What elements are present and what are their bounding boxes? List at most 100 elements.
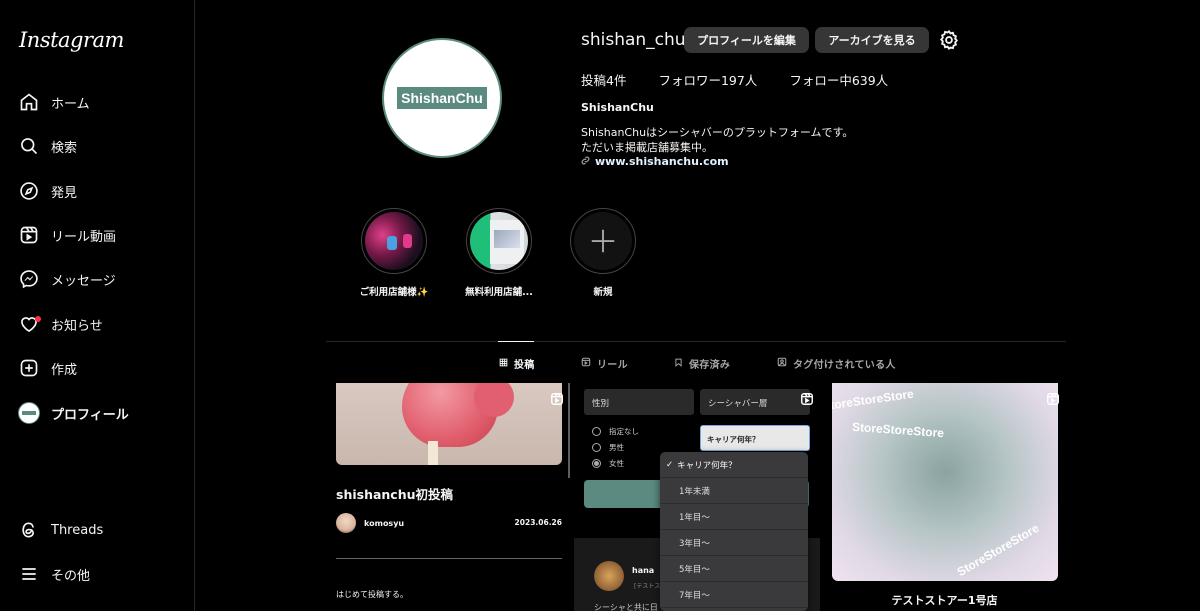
sidebar-item-notifications[interactable]: お知らせ xyxy=(18,309,188,339)
username: shishan_chu xyxy=(581,30,686,50)
tab-saved[interactable]: 保存済み xyxy=(674,356,730,371)
comment-text: シーシャと共に日 xyxy=(594,603,658,611)
post-text: はじめて投稿する。 xyxy=(336,590,408,599)
check-icon: ✓ xyxy=(666,459,674,470)
sidebar-item-home[interactable]: ホーム xyxy=(18,87,188,117)
following-count[interactable]: フォロー中639人 xyxy=(789,70,888,89)
dropdown-option: 1年未満 xyxy=(660,478,808,504)
search-icon xyxy=(18,135,40,157)
link-icon xyxy=(581,155,590,168)
wave-text: StoreStoreStore xyxy=(851,419,945,441)
sidebar-item-label: その他 xyxy=(51,568,91,584)
tab-label: タグ付けされている人 xyxy=(793,360,896,371)
highlight-caption: 無料利用店舗... xyxy=(465,287,533,298)
new-highlight-button[interactable]: 新規 xyxy=(543,208,663,298)
radio-label: 女性 xyxy=(609,459,624,468)
threads-icon xyxy=(18,519,40,541)
bar-level-field: シーシャバー層 xyxy=(700,389,810,415)
post-author: komosyu xyxy=(336,513,404,533)
divider xyxy=(568,383,570,478)
sidebar-item-label: 作成 xyxy=(51,362,78,378)
sidebar-item-reels[interactable]: リール動画 xyxy=(18,220,188,250)
menu-icon xyxy=(18,563,40,585)
dropdown-option: 1年目〜 xyxy=(660,504,808,530)
career-dropdown: ✓ キャリア何年？ 1年未満 1年目〜 3年目〜 5年目〜 7年目〜 xyxy=(660,452,808,611)
tab-label: 保存済み xyxy=(689,360,731,371)
sidebar-item-label: メッセージ xyxy=(51,273,116,289)
post-tile[interactable]: StoreStoreStore StoreStoreStore StoreSto… xyxy=(823,383,1066,611)
highlight-item[interactable]: 無料利用店舗... xyxy=(439,208,559,298)
link-text: www.shishanchu.com xyxy=(595,155,729,168)
radio-circle-selected xyxy=(592,459,601,468)
sidebar-item-label: プロフィール xyxy=(51,407,129,423)
wave-text: StoreStoreStore xyxy=(832,386,915,414)
sidebar-item-label: お知らせ xyxy=(51,318,103,334)
sidebar-item-label: リール動画 xyxy=(51,229,117,245)
highlight-ring xyxy=(466,208,532,274)
instagram-logo[interactable]: Instagram xyxy=(19,28,124,52)
sidebar-item-label: 発見 xyxy=(51,185,78,201)
sidebar-item-explore[interactable]: 発見 xyxy=(18,176,188,206)
reels-icon xyxy=(581,357,591,370)
heart-icon xyxy=(18,313,41,335)
dropdown-option: 7年目〜 xyxy=(660,582,808,608)
author-name: komosyu xyxy=(364,518,405,528)
tab-label: 投稿 xyxy=(514,360,535,371)
sidebar-item-label: ホーム xyxy=(51,96,90,112)
post-image xyxy=(336,383,562,465)
grid-icon xyxy=(499,358,508,370)
commenter-name: hana xyxy=(632,566,655,575)
tag-icon xyxy=(777,357,787,370)
notification-dot xyxy=(35,316,41,322)
sidebar-item-create[interactable]: 作成 xyxy=(18,353,188,383)
gear-icon[interactable] xyxy=(938,29,960,51)
sidebar-item-label: Threads xyxy=(51,522,104,538)
sidebar-item-threads[interactable]: Threads xyxy=(18,515,188,545)
sidebar-item-profile[interactable]: プロフィール xyxy=(18,398,188,428)
post-tile[interactable]: shishanchu初投稿 komosyu 2023.06.26 はじめて投稿す… xyxy=(327,383,570,611)
tabs-divider xyxy=(326,341,1066,342)
bookmark-icon xyxy=(674,358,683,370)
highlight-item[interactable]: ご利用店舗様✨ xyxy=(334,208,454,298)
posts-count: 投稿4件 xyxy=(581,73,627,88)
reels-icon xyxy=(18,224,40,246)
commenter-sub: [テストス xyxy=(634,583,661,590)
highlight-caption: ご利用店舗様✨ xyxy=(359,287,429,298)
radio-circle xyxy=(592,443,601,452)
dropdown-option: 3年目〜 xyxy=(660,530,808,556)
dropdown-option: ✓ キャリア何年？ xyxy=(660,452,808,478)
reels-icon xyxy=(550,391,564,410)
sidebar-item-more[interactable]: その他 xyxy=(18,559,188,589)
followers-count[interactable]: フォロワー197人 xyxy=(658,70,757,89)
home-icon xyxy=(18,91,40,113)
highlight-thumbnail xyxy=(365,212,423,270)
plus-icon xyxy=(574,212,632,270)
radio-label: 男性 xyxy=(609,443,624,452)
sidebar-item-messages[interactable]: メッセージ xyxy=(18,264,188,294)
bio-line: ただいま掲載店舗募集中。 xyxy=(581,141,713,154)
display-name: ShishanChu xyxy=(581,101,654,114)
view-archive-button[interactable]: アーカイブを見る xyxy=(815,27,929,53)
divider xyxy=(336,558,562,559)
bio-line: ShishanChuはシーシャバーのプラットフォームです。 xyxy=(581,126,854,139)
highlight-ring xyxy=(361,208,427,274)
post-image: StoreStoreStore StoreStoreStore StoreSto… xyxy=(832,383,1058,581)
commenter-avatar xyxy=(594,561,624,591)
tab-tagged[interactable]: タグ付けされている人 xyxy=(777,356,896,371)
wave-text: StoreStoreStore xyxy=(954,520,1042,580)
sidebar-item-label: 検索 xyxy=(51,140,78,156)
radio-label: 指定なし xyxy=(609,427,639,436)
tab-reels[interactable]: リール xyxy=(581,356,628,371)
avatar-brand-text: ShishanChu xyxy=(397,87,487,109)
tab-posts[interactable]: 投稿 xyxy=(499,356,535,371)
tab-label: リール xyxy=(597,360,628,371)
radio-circle xyxy=(592,427,601,436)
avatar xyxy=(18,402,40,424)
post-title: テストストアー1号店 xyxy=(891,594,998,607)
messenger-icon xyxy=(18,268,40,290)
sidebar-item-search[interactable]: 検索 xyxy=(18,131,188,161)
post-title: shishanchu初投稿 xyxy=(336,487,454,502)
profile-link[interactable]: www.shishanchu.com xyxy=(581,155,729,168)
edit-profile-button[interactable]: プロフィールを編集 xyxy=(684,27,809,53)
profile-avatar[interactable]: ShishanChu xyxy=(382,38,502,158)
